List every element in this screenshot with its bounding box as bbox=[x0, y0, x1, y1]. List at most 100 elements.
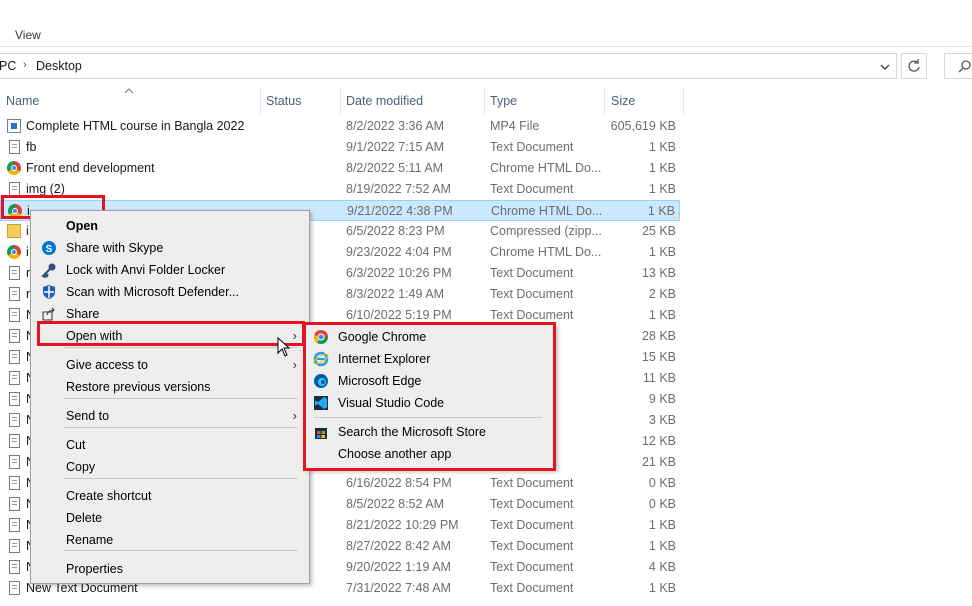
file-type: Text Document bbox=[490, 182, 574, 196]
text-file-icon bbox=[9, 308, 20, 322]
file-size: 0 KB bbox=[648, 476, 676, 490]
file-type: Text Document bbox=[490, 581, 574, 595]
file-name: Front end development bbox=[26, 161, 155, 175]
file-size: 1 KB bbox=[648, 182, 676, 196]
menu-item-label: Restore previous versions bbox=[66, 380, 211, 394]
column-size[interactable]: Size bbox=[611, 94, 635, 108]
column-divider bbox=[260, 88, 261, 114]
open-with-item-internet-explorer[interactable]: Internet Explorer bbox=[308, 348, 551, 370]
file-size: 1 KB bbox=[648, 539, 676, 553]
breadcrumb-desktop[interactable]: Desktop bbox=[36, 59, 82, 73]
menu-item-share[interactable]: Share bbox=[33, 303, 305, 325]
file-size: 1 KB bbox=[648, 581, 676, 595]
file-size: 0 KB bbox=[648, 497, 676, 511]
open-with-item-choose-another-app[interactable]: Choose another app bbox=[308, 443, 551, 465]
open-with-item-visual-studio-code[interactable]: Visual Studio Code bbox=[308, 392, 551, 414]
file-size: 605,619 KB bbox=[610, 119, 676, 133]
table-row[interactable]: img (2) 8/19/2022 7:52 AM Text Document 1 K… bbox=[0, 179, 680, 200]
chrome-icon bbox=[7, 245, 21, 259]
file-date: 8/5/2022 8:52 AM bbox=[346, 497, 444, 511]
text-file-icon bbox=[9, 329, 20, 343]
open-with-item-microsoft-edge[interactable]: Microsoft Edge bbox=[308, 370, 551, 392]
address-bar[interactable]: PC › Desktop bbox=[0, 53, 897, 79]
file-date: 6/10/2022 5:19 PM bbox=[346, 308, 452, 322]
file-date: 8/2/2022 5:11 AM bbox=[346, 161, 444, 175]
refresh-icon bbox=[908, 59, 920, 72]
file-type: Text Document bbox=[490, 539, 574, 553]
menu-separator bbox=[314, 417, 542, 418]
menu-item-restore-previous-versions[interactable]: Restore previous versions bbox=[33, 376, 305, 398]
defender-icon bbox=[41, 284, 57, 300]
menu-item-share-with-skype[interactable]: S Share with Skype bbox=[33, 237, 305, 259]
file-size: 13 KB bbox=[641, 266, 676, 280]
text-file-icon bbox=[9, 182, 20, 196]
file-type: Chrome HTML Do... bbox=[491, 204, 603, 218]
menu-item-send-to[interactable]: Send to › bbox=[33, 405, 305, 427]
menu-item-rename[interactable]: Rename bbox=[33, 529, 305, 551]
column-divider bbox=[683, 88, 684, 114]
file-date: 9/21/2022 4:38 PM bbox=[347, 204, 453, 218]
zip-icon bbox=[7, 224, 21, 238]
key-icon bbox=[41, 262, 57, 279]
text-file-icon bbox=[9, 434, 20, 448]
menu-item-cut[interactable]: Cut bbox=[33, 434, 305, 456]
text-file-icon bbox=[9, 518, 20, 532]
column-status[interactable]: Status bbox=[266, 94, 301, 108]
context-menu: Open S Share with Skype Lock with Anvi Fold… bbox=[30, 210, 310, 584]
text-file-icon bbox=[9, 266, 20, 280]
text-file-icon bbox=[9, 539, 20, 553]
file-type: Text Document bbox=[490, 476, 574, 490]
menu-item-give-access-to[interactable]: Give access to › bbox=[33, 354, 305, 376]
menu-item-lock-with-anvi-folder-locker[interactable]: Lock with Anvi Folder Locker bbox=[33, 259, 305, 281]
menu-item-label: Share bbox=[66, 307, 100, 321]
menu-item-open[interactable]: Open bbox=[33, 215, 305, 237]
open-with-item-search-the-microsoft-store[interactable]: Search the Microsoft Store bbox=[308, 421, 551, 443]
menu-item-copy[interactable]: Copy bbox=[33, 456, 305, 478]
menu-item-label: Lock with Anvi Folder Locker bbox=[66, 263, 226, 277]
search-box[interactable] bbox=[944, 53, 972, 79]
file-type: Compressed (zipp... bbox=[490, 224, 602, 238]
menu-item-properties[interactable]: Properties bbox=[33, 558, 305, 580]
table-row[interactable]: Complete HTML course in Bangla 2022 8/2/2… bbox=[0, 116, 680, 137]
menu-item-create-shortcut[interactable]: Create shortcut bbox=[33, 485, 305, 507]
open-with-item-google-chrome[interactable]: Google Chrome bbox=[308, 326, 551, 348]
menu-item-label: Google Chrome bbox=[338, 330, 427, 344]
sort-ascending-icon bbox=[124, 88, 134, 94]
menu-separator bbox=[64, 398, 298, 399]
column-type[interactable]: Type bbox=[490, 94, 517, 108]
file-date: 6/3/2022 10:26 PM bbox=[346, 266, 452, 280]
file-type: Text Document bbox=[490, 308, 574, 322]
file-date: 8/2/2022 3:36 AM bbox=[346, 119, 444, 133]
tab-view[interactable]: View bbox=[15, 28, 41, 42]
menu-item-label: Delete bbox=[66, 511, 103, 525]
menu-item-label: Open with bbox=[66, 329, 123, 343]
file-size: 1 KB bbox=[648, 518, 676, 532]
table-row[interactable]: fb 9/1/2022 7:15 AM Text Document 1 KB bbox=[0, 137, 680, 158]
file-size: 4 KB bbox=[648, 560, 676, 574]
menu-separator bbox=[64, 478, 298, 479]
column-name[interactable]: Name bbox=[6, 94, 39, 108]
column-divider bbox=[484, 88, 485, 114]
vscode-icon bbox=[313, 395, 329, 411]
file-date: 9/20/2022 1:19 AM bbox=[346, 560, 451, 574]
menu-item-label: Copy bbox=[66, 460, 96, 474]
table-row[interactable]: Front end development 8/2/2022 5:11 AM Chr… bbox=[0, 158, 680, 179]
file-size: 21 KB bbox=[641, 455, 676, 469]
chrome-icon bbox=[7, 161, 21, 175]
chrome-icon bbox=[313, 329, 329, 345]
column-date-modified[interactable]: Date modified bbox=[346, 94, 423, 108]
address-row: PC › Desktop bbox=[0, 47, 972, 87]
submenu-arrow-icon: › bbox=[292, 328, 297, 343]
refresh-button[interactable] bbox=[901, 53, 927, 79]
mp4-icon bbox=[7, 119, 21, 133]
file-name: Complete HTML course in Bangla 2022 bbox=[26, 119, 245, 133]
address-dropdown-icon[interactable] bbox=[878, 60, 892, 74]
menu-separator bbox=[64, 427, 298, 428]
text-file-icon bbox=[9, 476, 20, 490]
menu-item-scan-with-microsoft-defender[interactable]: Scan with Microsoft Defender... bbox=[33, 281, 305, 303]
menu-item-label: Search the Microsoft Store bbox=[338, 425, 486, 439]
breadcrumb-pc[interactable]: PC bbox=[0, 59, 16, 73]
menu-item-open-with[interactable]: Open with › bbox=[33, 325, 305, 347]
menu-item-delete[interactable]: Delete bbox=[33, 507, 305, 529]
column-divider bbox=[604, 88, 605, 114]
